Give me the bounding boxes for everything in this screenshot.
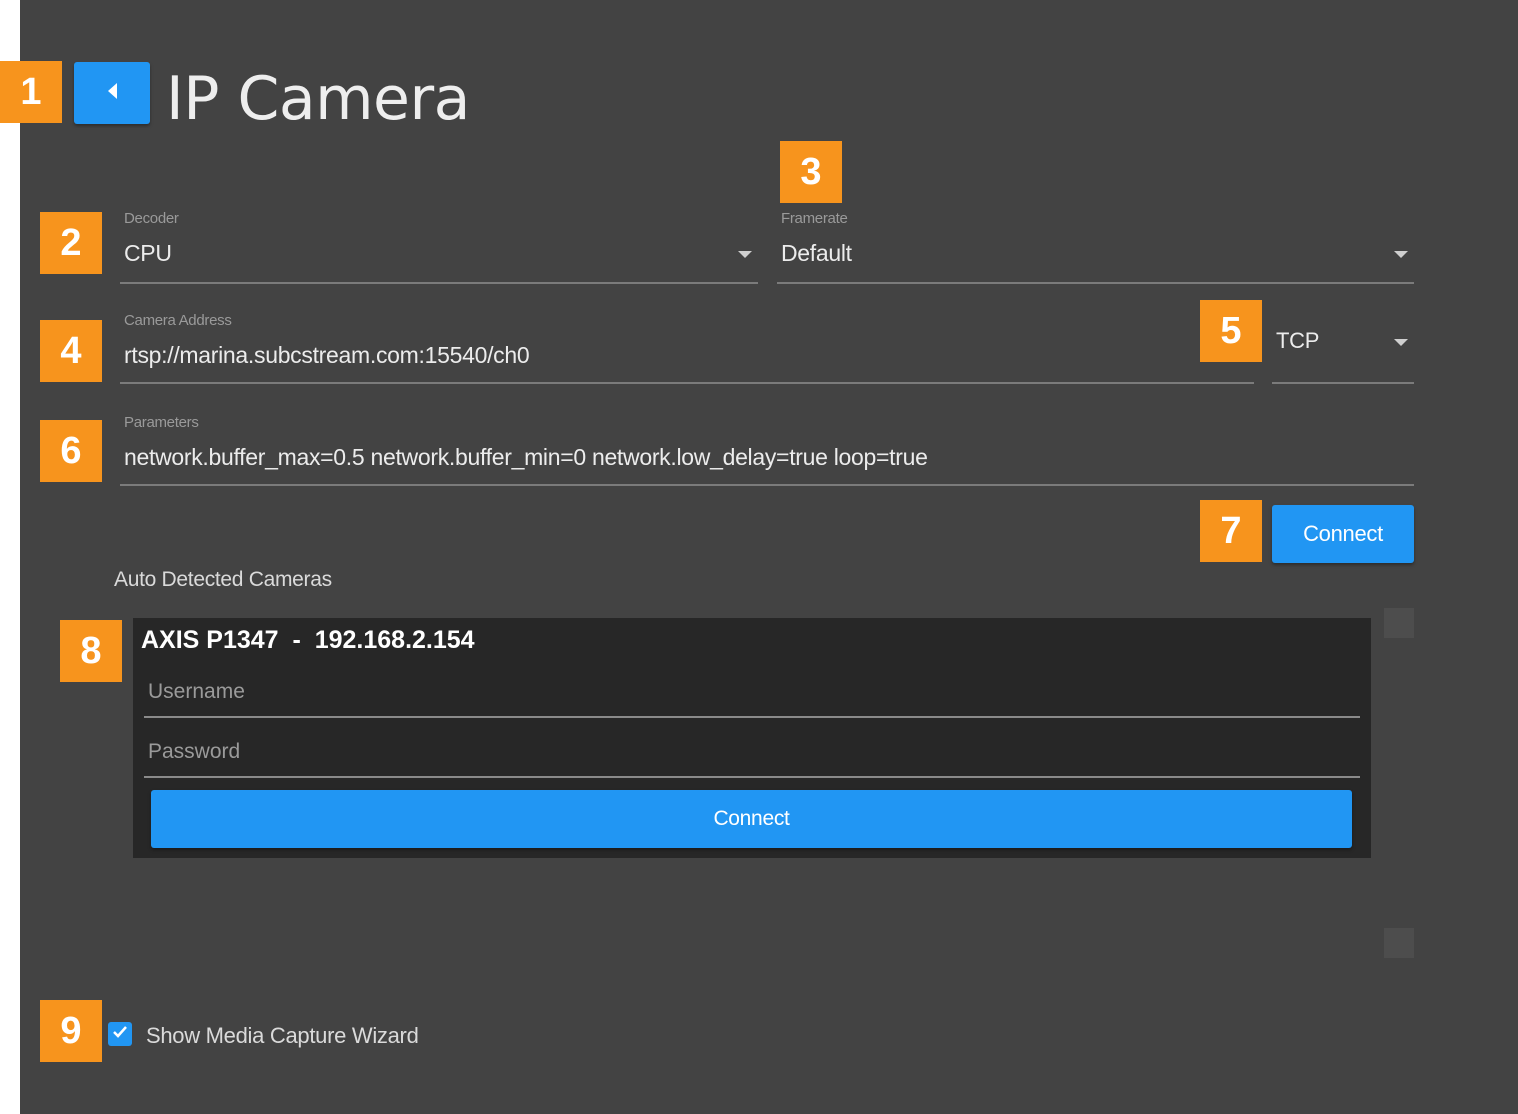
- parameters-value: network.buffer_max=0.5 network.buffer_mi…: [124, 444, 928, 470]
- camera-card: AXIS P1347 - 192.168.2.154 Connect: [133, 618, 1371, 858]
- callout-marker-5: 5: [1200, 300, 1262, 362]
- callout-marker-2: 2: [40, 212, 102, 274]
- checkmark-icon: [111, 1024, 129, 1045]
- parameters-label: Parameters: [124, 414, 199, 431]
- camera-address-value: rtsp://marina.subcstream.com:15540/ch0: [124, 342, 530, 368]
- callout-marker-3: 3: [780, 141, 842, 203]
- chevron-down-icon: [738, 251, 752, 258]
- show-wizard-checkbox[interactable]: [108, 1022, 132, 1046]
- show-wizard-label: Show Media Capture Wizard: [146, 1023, 419, 1048]
- camera-address-field[interactable]: Camera Address rtsp://marina.subcstream.…: [120, 312, 1254, 384]
- password-input[interactable]: [144, 730, 1368, 774]
- connect-button[interactable]: Connect: [1272, 505, 1414, 563]
- chevron-down-icon: [1394, 251, 1408, 258]
- scroll-up-handle[interactable]: [1384, 608, 1414, 638]
- callout-marker-4: 4: [40, 320, 102, 382]
- page-title: IP Camera: [166, 64, 470, 134]
- chevron-down-icon: [1394, 339, 1408, 346]
- username-input[interactable]: [144, 670, 1368, 714]
- decoder-value: CPU: [124, 240, 172, 266]
- framerate-dropdown[interactable]: Framerate Default: [777, 210, 1414, 284]
- callout-marker-1: 1: [0, 61, 62, 123]
- callout-marker-7: 7: [1200, 500, 1262, 562]
- parameters-field[interactable]: Parameters network.buffer_max=0.5 networ…: [120, 414, 1414, 486]
- password-field: [144, 730, 1368, 778]
- back-button[interactable]: [74, 62, 150, 124]
- caret-left-icon: [105, 81, 119, 106]
- auto-detected-label: Auto Detected Cameras: [114, 568, 332, 591]
- protocol-value: TCP: [1276, 328, 1320, 353]
- decoder-dropdown[interactable]: Decoder CPU: [120, 210, 758, 284]
- protocol-dropdown[interactable]: TCP: [1272, 312, 1414, 384]
- camera-connect-button[interactable]: Connect: [151, 790, 1352, 848]
- callout-marker-6: 6: [40, 420, 102, 482]
- camera-title: AXIS P1347 - 192.168.2.154: [141, 626, 475, 654]
- callout-marker-8: 8: [60, 620, 122, 682]
- framerate-label: Framerate: [781, 210, 848, 227]
- framerate-value: Default: [781, 240, 852, 266]
- callout-marker-9: 9: [40, 1000, 102, 1062]
- scroll-down-handle[interactable]: [1384, 928, 1414, 958]
- username-field: [144, 670, 1368, 718]
- decoder-label: Decoder: [124, 210, 179, 227]
- camera-address-label: Camera Address: [124, 312, 232, 329]
